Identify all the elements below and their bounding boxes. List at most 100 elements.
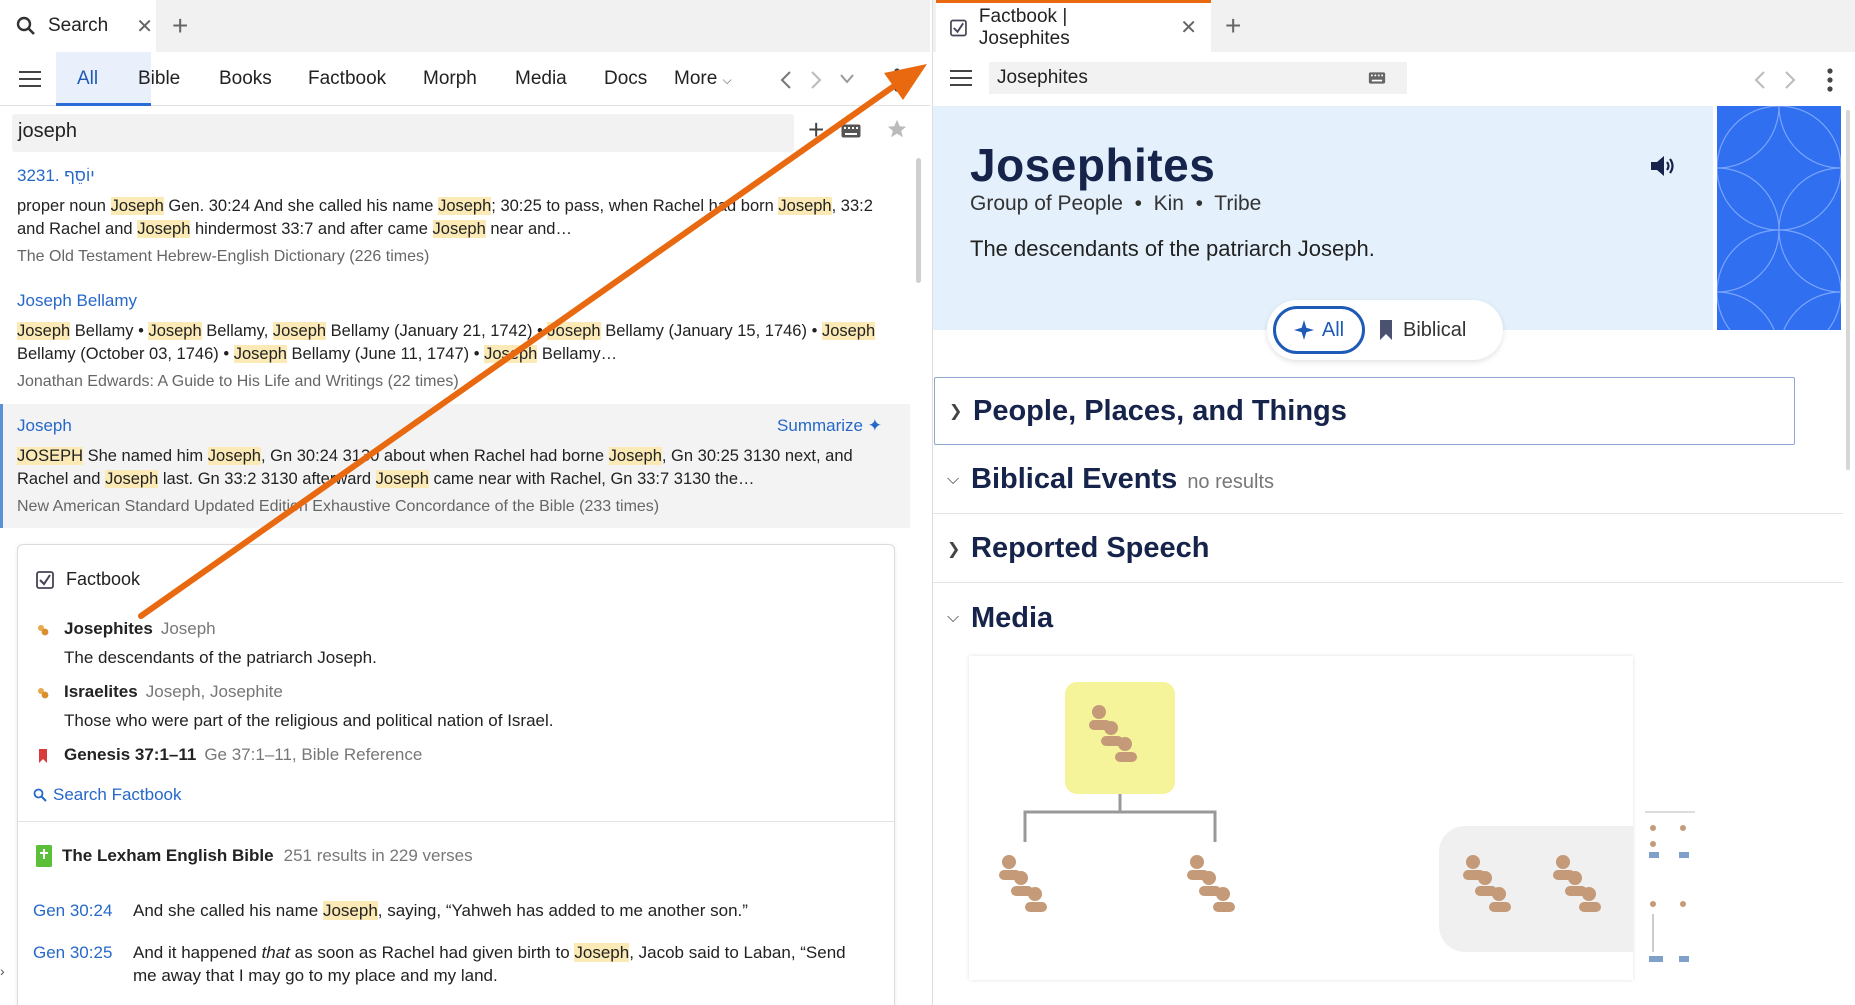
menu-icon[interactable] [950,69,972,87]
tab-search[interactable]: Search ✕ [0,0,156,52]
section-media[interactable]: ⌵ Media [933,584,1843,652]
add-tab-icon[interactable]: + [172,12,188,40]
close-icon[interactable]: ✕ [136,14,153,39]
search-factbook-label: Search Factbook [53,785,182,804]
factbook-icon [36,570,54,589]
search-factbook-link[interactable]: Search Factbook [33,785,182,805]
factbook-card: Factbook Josephites Joseph The descendant… [17,544,895,1005]
summarize-button[interactable]: Summarize ✦ [777,416,882,436]
nav-docs[interactable]: Docs [604,68,647,90]
filter-all-label: All [1321,318,1345,341]
keyboard-icon[interactable] [841,124,861,138]
factbook-icon [950,19,967,36]
media-thumbnail[interactable] [1645,656,1695,980]
search-panel: Search ✕ + All Bible Books Factbook Morp… [0,0,930,1005]
chevron-down-icon: ⌵ [722,73,732,87]
result-snippet: Joseph Bellamy • Joseph Bellamy, Joseph … [17,322,876,363]
verse-row: Gen 30:25 And it happened that as soon a… [33,941,883,989]
results-scrollbar[interactable] [916,158,921,283]
back-arrow-icon[interactable] [780,70,792,90]
result-title[interactable]: 3231. יוֹסֵף [17,166,893,186]
media-diagram[interactable] [969,656,1749,980]
filter-toggle: All Biblical [1267,300,1503,360]
tab-factbook[interactable]: Factbook | Josephites ✕ [936,0,1211,52]
more-options-icon[interactable] [1827,68,1833,92]
factbook-item-desc: Those who were part of the religious and… [64,711,554,730]
search-input[interactable]: joseph [12,114,794,152]
result-title[interactable]: Joseph Bellamy [17,291,893,311]
section-title: People, Places, and Things [973,394,1347,427]
tab-label: Search [48,15,109,36]
result-snippet: proper noun Joseph Gen. 30:24 And she ca… [17,197,873,238]
verse-ref[interactable]: Gen 30:25 [33,941,112,964]
nav-books[interactable]: Books [219,68,272,90]
result-source: New American Standard Updated Edition Ex… [17,498,660,515]
forward-arrow-icon[interactable] [810,70,822,90]
close-icon[interactable]: ✕ [1180,15,1197,40]
section-title: Media [971,601,1054,634]
bible-result-heading[interactable]: The Lexham English Bible 251 results in … [36,845,473,867]
verse-text: And it happened that as soon as Rachel h… [133,943,846,985]
factbook-search-input[interactable]: Josephites [989,62,1407,94]
chevron-down-icon: ⌵ [947,609,960,626]
search-icon [16,16,36,36]
factbook-panel: Factbook | Josephites ✕ + Josephites Jos… [932,0,1855,1005]
chevron-down-icon: ⌵ [947,470,960,488]
article-description: The descendants of the patriarch Joseph. [970,236,1375,261]
section-people-places-things[interactable]: ❯ People, Places, and Things [934,377,1795,445]
back-arrow-icon[interactable] [1754,70,1766,90]
nav-morph[interactable]: Morph [423,68,477,90]
people-icon [999,855,1047,912]
result-item[interactable]: Joseph Bellamy Joseph Bellamy • Joseph B… [0,291,910,391]
add-icon[interactable]: + [808,114,824,146]
people-icon [38,624,49,635]
article-scrollbar[interactable] [1846,110,1850,470]
factbook-item[interactable]: Genesis 37:1–11 Ge 37:1–11, Bible Referen… [36,745,422,765]
result-item[interactable]: 3231. יוֹסֵף proper noun Joseph Gen. 30:… [0,166,910,266]
filter-all-button[interactable]: All [1273,306,1365,354]
history-dropdown-icon[interactable] [840,74,854,84]
result-source: The Old Testament Hebrew-English Diction… [17,248,430,265]
more-options-icon[interactable] [894,68,900,92]
section-reported-speech[interactable]: ❯ Reported Speech [933,515,1843,583]
sparkle-icon: ✦ [867,416,882,435]
star-icon[interactable] [886,118,908,140]
nav-factbook[interactable]: Factbook [308,68,386,90]
factbook-navbar: Josephites [933,52,1855,105]
factbook-item[interactable]: Josephites Joseph [36,619,216,639]
add-tab-icon[interactable]: + [1225,12,1241,40]
article-subtitle: Group of People • Kin • Tribe [970,192,1262,215]
active-tab-indicator [56,52,151,106]
factbook-card-heading: Factbook [36,569,140,590]
filter-biblical-button[interactable]: Biblical [1379,306,1466,354]
result-source: Jonathan Edwards: A Guide to His Life an… [17,373,459,390]
result-snippet: JOSEPH She named him Joseph, Gn 30:24 31… [17,447,853,488]
search-row: joseph + [0,106,930,156]
forward-arrow-icon[interactable] [1784,70,1796,90]
nav-media[interactable]: Media [515,68,567,90]
nav-more[interactable]: More ⌵ [674,68,732,90]
decorative-art [1717,106,1841,330]
keyboard-icon[interactable] [1368,72,1386,84]
menu-icon[interactable] [19,70,41,88]
verse-row: Gen 30:24 And she called his name Joseph… [33,899,883,923]
chevron-right-icon[interactable]: › [0,963,12,987]
resource-navbar: All Bible Books Factbook Morph Media Doc… [0,52,930,106]
people-icon [38,687,49,698]
section-biblical-events[interactable]: ⌵ Biblical Events no results [933,446,1843,514]
result-title[interactable]: Joseph [17,416,893,436]
result-item-selected[interactable]: Joseph Summarize ✦ JOSEPH She named him … [0,416,910,516]
factbook-heading-text: Factbook [66,569,141,589]
verse-text: And she called his name Joseph, saying, … [133,901,748,920]
left-tabstrip: Search ✕ + [0,0,930,52]
nav-all[interactable]: All [77,68,98,90]
article-header: Josephites Group of People • Kin • Tribe… [933,106,1713,330]
bible-count: 251 results in 229 verses [283,846,473,865]
nav-bible[interactable]: Bible [138,68,180,90]
speaker-icon[interactable] [1649,154,1677,178]
bible-icon [36,845,52,867]
verse-ref[interactable]: Gen 30:24 [33,899,112,922]
factbook-item[interactable]: Israelites Joseph, Josephite [36,682,283,702]
filter-biblical-label: Biblical [1403,318,1467,341]
people-icon [1187,855,1235,912]
